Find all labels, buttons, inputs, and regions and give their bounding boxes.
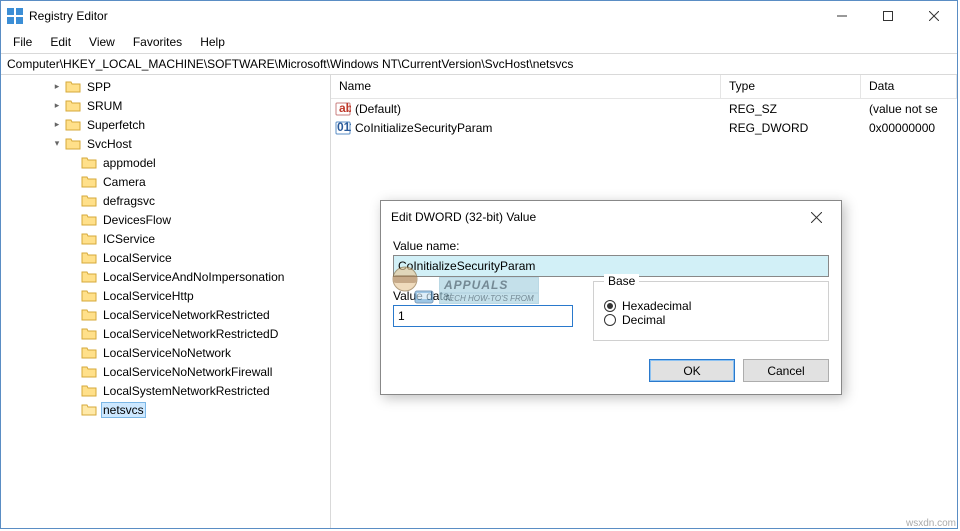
tree-item[interactable]: LocalService xyxy=(1,248,330,267)
svg-text:ab: ab xyxy=(339,101,351,115)
window-title: Registry Editor xyxy=(29,9,819,23)
tree-label: Superfetch xyxy=(85,118,147,132)
tree-label: netsvcs xyxy=(101,402,146,418)
edit-dword-dialog: Edit DWORD (32-bit) Value APPUALS TECH H… xyxy=(380,200,842,395)
radio-dec-label: Decimal xyxy=(622,313,665,327)
menu-favorites[interactable]: Favorites xyxy=(125,33,190,51)
header-data[interactable]: Data xyxy=(861,75,957,98)
cancel-button[interactable]: Cancel xyxy=(743,359,829,382)
svg-text:011: 011 xyxy=(337,120,351,134)
tree-label: SRUM xyxy=(85,99,124,113)
tree-label: LocalSystemNetworkRestricted xyxy=(101,384,272,398)
menu-edit[interactable]: Edit xyxy=(42,33,79,51)
tree-item[interactable]: LocalServiceNoNetworkFirewall xyxy=(1,362,330,381)
tree-pane[interactable]: ▸ SPP ▸ SRUM ▸ Superfetch ▾ SvcHost appmodel Came… xyxy=(1,75,331,528)
expand-icon[interactable]: ▾ xyxy=(49,138,65,149)
close-button[interactable] xyxy=(911,1,957,31)
list-body: ab (Default) REG_SZ(value not se 011 CoIniti… xyxy=(331,99,957,137)
value-name: CoInitializeSecurityParam xyxy=(355,121,492,135)
watermark-brand: APPUALS xyxy=(439,277,539,293)
base-group: Base Hexadecimal Decimal xyxy=(593,281,829,341)
header-name[interactable]: Name xyxy=(331,75,721,98)
tree-label: Camera xyxy=(101,175,148,189)
regedit-icon xyxy=(7,8,23,24)
expand-icon[interactable]: ▸ xyxy=(49,81,65,92)
dialog-buttons: OK Cancel xyxy=(393,359,829,382)
base-label: Base xyxy=(604,274,639,288)
value-name: (Default) xyxy=(355,102,401,116)
minimize-button[interactable] xyxy=(819,1,865,31)
dialog-title-text: Edit DWORD (32-bit) Value xyxy=(391,210,536,224)
radio-dec[interactable] xyxy=(604,314,616,326)
tree-item[interactable]: LocalServiceAndNoImpersonation xyxy=(1,267,330,286)
watermark-tag: TECH HOW-TO'S FROM xyxy=(439,293,539,304)
dialog-titlebar: Edit DWORD (32-bit) Value xyxy=(381,201,841,233)
menu-view[interactable]: View xyxy=(81,33,123,51)
radio-dec-row[interactable]: Decimal xyxy=(604,310,818,330)
list-row[interactable]: 011 CoInitializeSecurityParam REG_DWORD0x0… xyxy=(331,118,957,137)
tree-item[interactable]: ▸ SRUM xyxy=(1,96,330,115)
tree-item[interactable]: Camera xyxy=(1,172,330,191)
tree-item[interactable]: appmodel xyxy=(1,153,330,172)
tree-label: ICService xyxy=(101,232,157,246)
tree-label: LocalServiceNetworkRestrictedD xyxy=(101,327,280,341)
tree-item[interactable]: defragsvc xyxy=(1,191,330,210)
tree-label: SvcHost xyxy=(85,137,134,151)
value-data: 0x00000000 xyxy=(861,121,957,135)
radio-hex-label: Hexadecimal xyxy=(622,299,691,313)
value-data: (value not se xyxy=(861,102,957,116)
tree-item[interactable]: LocalServiceNetworkRestricted xyxy=(1,305,330,324)
tree-item[interactable]: LocalServiceNetworkRestrictedD xyxy=(1,324,330,343)
tree-label: LocalService xyxy=(101,251,174,265)
menubar: File Edit View Favorites Help xyxy=(1,31,957,53)
tree-item[interactable]: DevicesFlow xyxy=(1,210,330,229)
tree-item[interactable]: ▾ SvcHost xyxy=(1,134,330,153)
window-controls xyxy=(819,1,957,31)
appuals-watermark: APPUALS TECH HOW-TO'S FROM xyxy=(387,263,437,310)
radio-hex[interactable] xyxy=(604,300,616,312)
tree-item[interactable]: ICService xyxy=(1,229,330,248)
value-type: REG_DWORD xyxy=(721,121,861,135)
tree-item[interactable]: LocalSystemNetworkRestricted xyxy=(1,381,330,400)
tree-item[interactable]: LocalServiceNoNetwork xyxy=(1,343,330,362)
tree-label: LocalServiceNoNetwork xyxy=(101,346,233,360)
dialog-close-button[interactable] xyxy=(801,212,831,223)
ok-button[interactable]: OK xyxy=(649,359,735,382)
tree-label: appmodel xyxy=(101,156,158,170)
list-header: Name Type Data xyxy=(331,75,957,99)
tree-item[interactable]: LocalServiceHttp xyxy=(1,286,330,305)
expand-icon[interactable]: ▸ xyxy=(49,119,65,130)
menu-file[interactable]: File xyxy=(5,33,40,51)
tree-label: LocalServiceHttp xyxy=(101,289,196,303)
tree-label: SPP xyxy=(85,80,113,94)
dialog-body: APPUALS TECH HOW-TO'S FROM Value name: V… xyxy=(381,233,841,394)
value-type: REG_SZ xyxy=(721,102,861,116)
tree-label: LocalServiceNoNetworkFirewall xyxy=(101,365,274,379)
tree-item[interactable]: ▸ SPP xyxy=(1,77,330,96)
tree-item[interactable]: ▸ Superfetch xyxy=(1,115,330,134)
tree-label: defragsvc xyxy=(101,194,157,208)
tree-item[interactable]: netsvcs xyxy=(1,400,330,419)
expand-icon[interactable]: ▸ xyxy=(49,100,65,111)
value-name-label: Value name: xyxy=(393,239,829,253)
address-bar[interactable]: Computer\HKEY_LOCAL_MACHINE\SOFTWARE\Mic… xyxy=(1,53,957,75)
list-row[interactable]: ab (Default) REG_SZ(value not se xyxy=(331,99,957,118)
header-type[interactable]: Type xyxy=(721,75,861,98)
tree-label: LocalServiceAndNoImpersonation xyxy=(101,270,286,284)
tree-label: DevicesFlow xyxy=(101,213,173,227)
titlebar: Registry Editor xyxy=(1,1,957,31)
maximize-button[interactable] xyxy=(865,1,911,31)
tree-label: LocalServiceNetworkRestricted xyxy=(101,308,272,322)
menu-help[interactable]: Help xyxy=(192,33,233,51)
address-text: Computer\HKEY_LOCAL_MACHINE\SOFTWARE\Mic… xyxy=(7,57,573,71)
site-watermark: wsxdn.com xyxy=(906,518,956,529)
